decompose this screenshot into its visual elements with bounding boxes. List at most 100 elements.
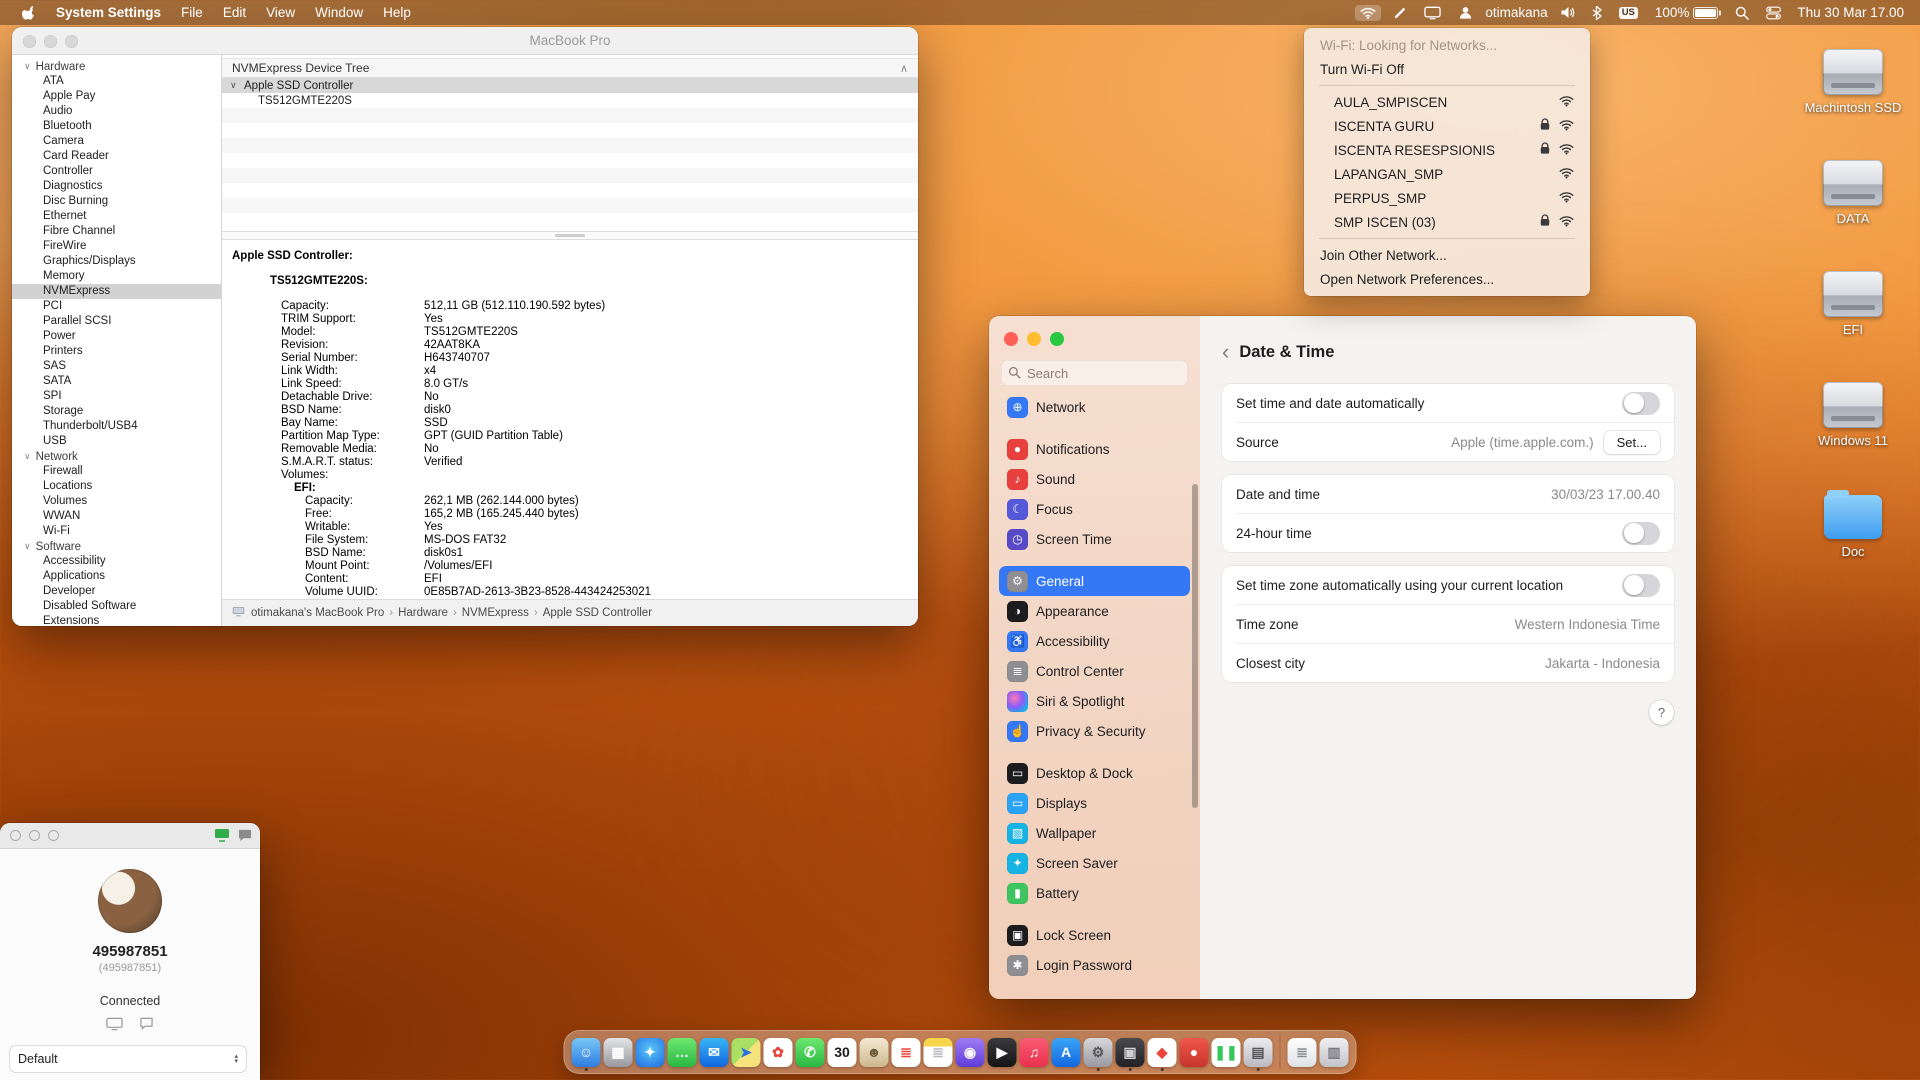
si-section-hardware[interactable]: ∨Hardware [12, 59, 221, 74]
sidebar-item-usb[interactable]: USB [12, 434, 221, 449]
user-account-icon[interactable] [1453, 3, 1478, 22]
wifi-menu-icon[interactable] [1355, 5, 1381, 21]
sidebar-item-control-center[interactable]: ≣Control Center [999, 656, 1190, 686]
join-other-network-item[interactable]: Join Other Network... [1309, 243, 1585, 267]
pen-icon[interactable] [1388, 4, 1412, 22]
zoom-button[interactable] [1050, 332, 1064, 346]
wifi-network-iscenta-resespsionis[interactable]: ISCENTA RESESPSIONIS [1309, 138, 1585, 162]
sidebar-item-wallpaper[interactable]: ▧Wallpaper [999, 818, 1190, 848]
sidebar-item-siri-spotlight[interactable]: Siri & Spotlight [999, 686, 1190, 716]
sidebar-item-disabled-software[interactable]: Disabled Software [12, 599, 221, 614]
sidebar-item-apple-pay[interactable]: Apple Pay [12, 89, 221, 104]
tree-row-apple-ssd-controller[interactable]: ∨ Apple SSD Controller [222, 78, 918, 93]
sidebar-item-privacy-security[interactable]: ☝Privacy & Security [999, 716, 1190, 746]
sidebar-item-printers[interactable]: Printers [12, 344, 221, 359]
wifi-network-aula-smpiscen[interactable]: AULA_SMPISCEN [1309, 90, 1585, 114]
bluetooth-icon[interactable] [1587, 4, 1607, 22]
sidebar-item-disc-burning[interactable]: Disc Burning [12, 194, 221, 209]
auto-datetime-toggle[interactable] [1622, 392, 1660, 415]
breadcrumb-item[interactable]: otimakana's MacBook Pro [251, 607, 384, 619]
minimize-button[interactable] [44, 35, 57, 48]
chat-bubble-icon[interactable] [139, 1017, 154, 1036]
sidebar-item-notifications[interactable]: ●Notifications [999, 434, 1190, 464]
collapse-chevron-icon[interactable]: ∧ [900, 62, 908, 75]
close-button[interactable] [1004, 332, 1018, 346]
sidebar-item-camera[interactable]: Camera [12, 134, 221, 149]
sidebar-item-fibre-channel[interactable]: Fibre Channel [12, 224, 221, 239]
sidebar-item-appearance[interactable]: ◑Appearance [999, 596, 1190, 626]
si-section-software[interactable]: ∨Software [12, 539, 221, 554]
breadcrumb-item[interactable]: NVMExpress [462, 607, 529, 619]
dock-trash[interactable]: ▥ [1320, 1038, 1349, 1067]
sidebar-item-accessibility[interactable]: ♿Accessibility [999, 626, 1190, 656]
sidebar-item-storage[interactable]: Storage [12, 404, 221, 419]
dock-maps[interactable]: ➤ [732, 1038, 761, 1067]
sidebar-item-spi[interactable]: SPI [12, 389, 221, 404]
sidebar-item-developer[interactable]: Developer [12, 584, 221, 599]
sidebar-item-card-reader[interactable]: Card Reader [12, 149, 221, 164]
menu-bar-clock[interactable]: Thu 30 Mar 17.00 [1793, 5, 1908, 20]
menu-window[interactable]: Window [305, 5, 373, 20]
dock-contacts[interactable]: ☻ [860, 1038, 889, 1067]
menu-help[interactable]: Help [373, 5, 421, 20]
close-button[interactable] [23, 35, 36, 48]
battery-status[interactable]: 100% [1650, 3, 1724, 22]
active-app-name[interactable]: System Settings [46, 5, 171, 20]
sidebar-item-applications[interactable]: Applications [12, 569, 221, 584]
desktop-icon-data[interactable]: DATA [1798, 160, 1908, 226]
volume-icon[interactable] [1555, 4, 1580, 21]
display-icon[interactable] [1419, 4, 1446, 22]
sidebar-item-sata[interactable]: SATA [12, 374, 221, 389]
dock-podcasts[interactable]: ◉ [956, 1038, 985, 1067]
sidebar-item-ata[interactable]: ATA [12, 74, 221, 89]
tree-row-ts512gmte220s[interactable]: TS512GMTE220S [222, 93, 918, 108]
dock-music[interactable]: ♫ [1020, 1038, 1049, 1067]
sidebar-item-screen-time[interactable]: ◷Screen Time [999, 524, 1190, 554]
sidebar-item-network[interactable]: ⊕Network [999, 392, 1190, 422]
turn-wifi-off-item[interactable]: Turn Wi-Fi Off [1309, 57, 1585, 81]
dock-tv[interactable]: ▶ [988, 1038, 1017, 1067]
menu-edit[interactable]: Edit [213, 5, 256, 20]
tz-auto-toggle[interactable] [1622, 574, 1660, 597]
desktop-icon-machintosh-ssd[interactable]: Machintosh SSD [1798, 49, 1908, 115]
desktop-icon-windows-11[interactable]: Windows 11 [1798, 382, 1908, 448]
remote-display-icon[interactable] [214, 828, 230, 847]
sidebar-item-graphics-displays[interactable]: Graphics/Displays [12, 254, 221, 269]
set-button[interactable]: Set... [1604, 431, 1660, 454]
monitor-icon[interactable] [106, 1017, 123, 1036]
apple-menu-icon[interactable] [12, 5, 46, 21]
sidebar-item-audio[interactable]: Audio [12, 104, 221, 119]
sidebar-item-login-password[interactable]: ✱Login Password [999, 950, 1190, 980]
sidebar-item-memory[interactable]: Memory [12, 269, 221, 284]
hour24-toggle[interactable] [1622, 522, 1660, 545]
dock-reminders[interactable]: ≣ [892, 1038, 921, 1067]
sidebar-item-nvmexpress[interactable]: NVMExpress [12, 284, 221, 299]
anydesk-titlebar[interactable] [0, 823, 260, 849]
sidebar-item-wwan[interactable]: WWAN [12, 509, 221, 524]
sidebar-item-firewire[interactable]: FireWire [12, 239, 221, 254]
sidebar-item-pci[interactable]: PCI [12, 299, 221, 314]
sidebar-item-parallel-scsi[interactable]: Parallel SCSI [12, 314, 221, 329]
sidebar-item-ethernet[interactable]: Ethernet [12, 209, 221, 224]
sidebar-item-battery[interactable]: ▮Battery [999, 878, 1190, 908]
control-center-icon[interactable] [1761, 4, 1786, 22]
wifi-network-lapangan-smp[interactable]: LAPANGAN_SMP [1309, 162, 1585, 186]
dock-notes[interactable]: ≣ [924, 1038, 953, 1067]
minimize-button[interactable] [1027, 332, 1041, 346]
dock-system-information[interactable]: ▣ [1116, 1038, 1145, 1067]
dock-facetime[interactable]: ✆ [796, 1038, 825, 1067]
open-network-preferences-item[interactable]: Open Network Preferences... [1309, 267, 1585, 291]
input-source-badge[interactable]: US [1614, 5, 1643, 21]
disclosure-triangle-icon[interactable]: ∨ [230, 80, 244, 91]
dock-finder[interactable]: ☺ [572, 1038, 601, 1067]
minimize-button[interactable] [29, 830, 40, 841]
sidebar-item-sound[interactable]: ♪Sound [999, 464, 1190, 494]
dock-red-app[interactable]: ● [1180, 1038, 1209, 1067]
dock-calendar[interactable]: 30 [828, 1038, 857, 1067]
sidebar-item-displays[interactable]: ▭Displays [999, 788, 1190, 818]
dock-mail[interactable]: ✉ [700, 1038, 729, 1067]
pane-splitter[interactable] [222, 231, 918, 240]
sidebar-item-screen-saver[interactable]: ✦Screen Saver [999, 848, 1190, 878]
sidebar-item-volumes[interactable]: Volumes [12, 494, 221, 509]
si-section-network[interactable]: ∨Network [12, 449, 221, 464]
